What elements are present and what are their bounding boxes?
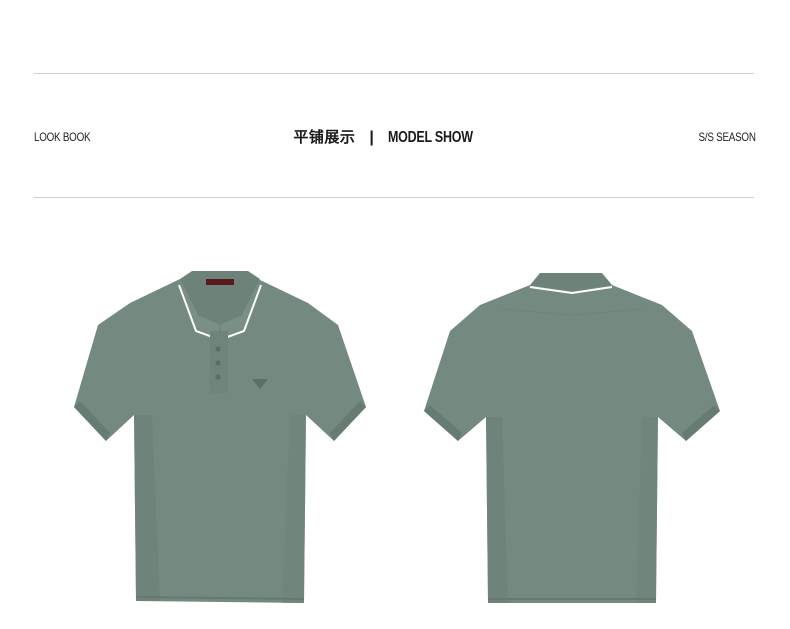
title-separator: |: [369, 129, 374, 146]
title-chinese: 平铺展示: [293, 128, 356, 146]
section-title: 平铺展示 | MODEL SHOW: [0, 126, 790, 147]
polo-back-image: [422, 265, 722, 610]
top-divider: [34, 73, 754, 74]
title-english: MODEL SHOW: [387, 129, 473, 146]
polo-front-image: [70, 265, 370, 610]
bottom-divider: [34, 197, 754, 198]
section-header: LOOK BOOK 平铺展示 | MODEL SHOW S/S SEASON: [0, 126, 790, 150]
season-label: S/S SEASON: [698, 130, 756, 144]
